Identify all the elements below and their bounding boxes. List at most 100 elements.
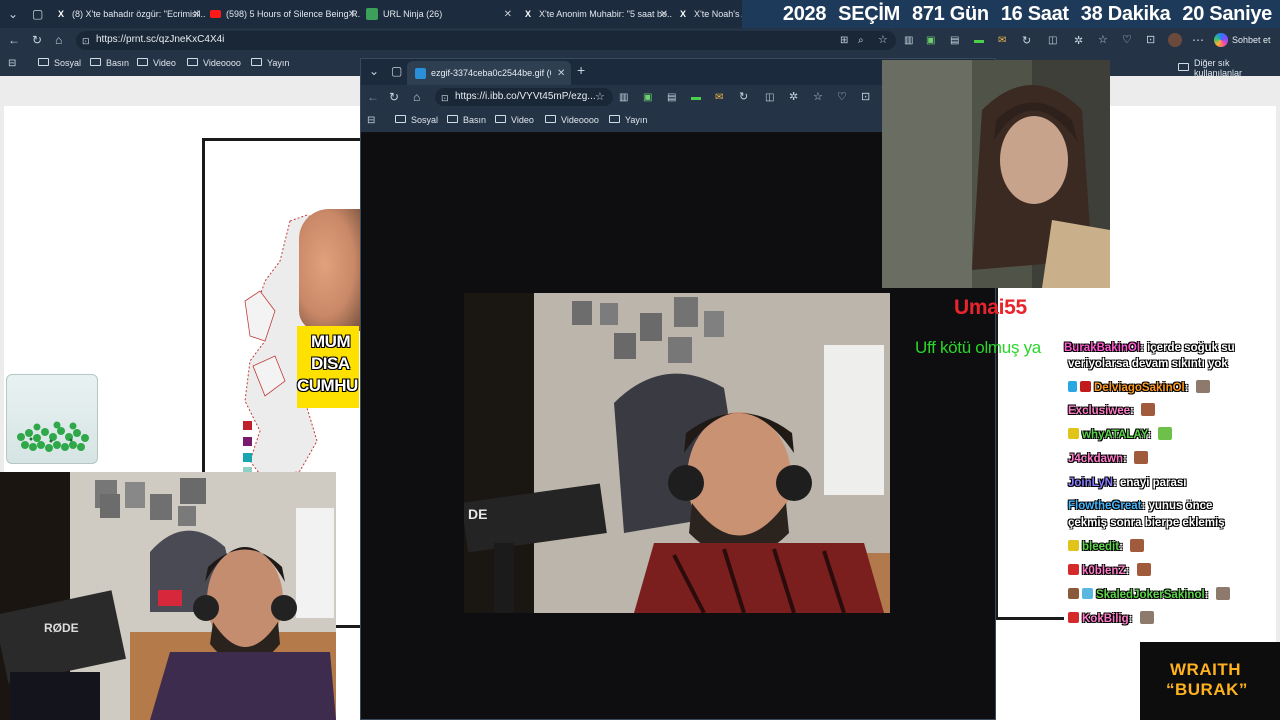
close-icon[interactable]: ✕ — [660, 9, 668, 20]
chat-message: Exclusiwee: — [1068, 403, 1156, 419]
banner-line-2: DISA — [311, 354, 350, 373]
bookmark-label: Yayın — [625, 115, 648, 125]
close-icon[interactable]: ✕ — [557, 68, 565, 79]
tab-4[interactable]: X X'te Anonim Muhabir: "5 saat bo... ✕ — [522, 3, 672, 25]
url-input[interactable]: ⊡ https://prnt.sc/qzJneKxC4X4i ⊞ ⌕ ☆ — [76, 31, 896, 50]
extension-icon[interactable]: ▣ — [643, 92, 652, 104]
countdown-hours: 16 Saat — [1000, 2, 1069, 25]
bookmark-video[interactable]: Video — [495, 115, 534, 125]
chat-message: veriyolarsa devam sıkıntı yok — [1068, 356, 1228, 372]
reading-list-icon[interactable]: ⊟ — [367, 115, 375, 127]
more-icon[interactable]: ⋯ — [1192, 34, 1204, 46]
emote-icon — [1215, 587, 1230, 600]
extension-icon[interactable]: ▥ — [904, 35, 913, 47]
workspaces-icon[interactable]: ▢ — [391, 65, 402, 77]
bookmark-videoooo[interactable]: Videoooo — [545, 115, 599, 125]
home-icon[interactable]: ⌂ — [55, 34, 62, 46]
ibb-icon — [415, 67, 426, 79]
favorites-icon[interactable]: ✲ — [789, 91, 798, 103]
emote-icon — [1195, 380, 1210, 393]
collections-icon[interactable]: ☆ — [1098, 34, 1108, 46]
bookmark-videoooo[interactable]: Videoooo — [187, 58, 241, 68]
map-yellow-banner: MUM DISA CUMHU — [297, 326, 359, 408]
emote-icon — [1139, 611, 1154, 624]
tab-1-label: (8) X'te bahadır özgür: "Ecrimisil... — [72, 9, 205, 19]
mail-icon[interactable]: ✉ — [715, 92, 723, 104]
heart-icon[interactable]: ♡ — [1122, 34, 1132, 46]
bookmark-label: Videoooo — [561, 115, 599, 125]
star-icon[interactable]: ☆ — [595, 91, 605, 103]
close-icon[interactable]: ✕ — [504, 9, 512, 20]
extension-icon[interactable]: ▬ — [691, 92, 701, 104]
wraith-line-2: “BURAK” — [1166, 680, 1248, 699]
bookmark-basin[interactable]: Basın — [90, 58, 129, 68]
workspaces-icon[interactable]: ▢ — [32, 8, 43, 20]
window2-url-input[interactable]: ⊡ https://i.ibb.co/VYVt45mP/ezg... — [435, 88, 613, 106]
sync-icon[interactable]: ↻ — [739, 91, 748, 103]
refresh-icon[interactable]: ↻ — [389, 91, 399, 103]
zoom-icon[interactable]: ⌕ — [858, 35, 864, 47]
chat-message: çekmiş sonra bierpe eklemiş — [1068, 515, 1225, 531]
overlay-clip-video — [882, 60, 1110, 288]
chat-message: whyATALAY: — [1068, 427, 1173, 443]
bookmark-sosyal[interactable]: Sosyal — [38, 58, 81, 68]
screenshot-icon[interactable]: ⊡ — [1146, 34, 1155, 46]
bookmark-label: Video — [153, 58, 176, 68]
other-bookmarks[interactable]: Diğer sık kullanılanlar — [1178, 58, 1280, 78]
sub-badge-icon — [1068, 564, 1079, 575]
extension-icon[interactable]: ▤ — [950, 35, 959, 47]
sync-icon[interactable]: ↻ — [1022, 35, 1031, 47]
extension-icon[interactable]: ▬ — [974, 35, 984, 47]
split-screen-icon[interactable]: ◫ — [765, 92, 774, 104]
webcam-left-scene: RØDE — [0, 472, 336, 720]
back-icon[interactable]: ← — [8, 34, 20, 46]
window2-active-tab[interactable]: ezgif-3374ceba0c2544be.gif (640× ✕ — [407, 61, 571, 85]
refresh-icon[interactable]: ↻ — [32, 34, 42, 46]
tab-1[interactable]: X (8) X'te bahadır özgür: "Ecrimisil... … — [55, 3, 205, 25]
tab-actions-icon[interactable]: ⌄ — [369, 65, 379, 77]
back-icon[interactable]: ← — [367, 91, 379, 103]
extension-icon[interactable]: ▣ — [926, 35, 935, 47]
chat-username: Exclusiwee — [1068, 405, 1131, 417]
chat-message: JoinLyN: enayi parası — [1068, 477, 1187, 489]
bookmark-basin[interactable]: Basın — [447, 115, 486, 125]
extension-icon[interactable]: ▤ — [667, 92, 676, 104]
home-icon[interactable]: ⌂ — [413, 91, 420, 103]
bookmark-label: Sosyal — [54, 58, 82, 68]
heart-icon[interactable]: ♡ — [837, 91, 847, 103]
favorites-icon[interactable]: ✲ — [1074, 35, 1083, 47]
close-icon[interactable]: ✕ — [193, 9, 201, 20]
screenshot-icon[interactable]: ⊡ — [861, 91, 870, 103]
chat-text: çekmiş sonra bierpe eklemiş — [1068, 517, 1225, 529]
gem-jar — [6, 374, 98, 464]
split-screen-icon[interactable]: ◫ — [1048, 35, 1057, 47]
x-icon: X — [679, 9, 686, 19]
gif-video-frame[interactable]: DE — [464, 293, 890, 613]
tab-5[interactable]: X X'te Noah's Ar — [677, 3, 747, 25]
folder-icon — [395, 115, 406, 123]
copilot-chat-button[interactable]: Sohbet et — [1214, 31, 1271, 49]
grid-icon[interactable]: ⊞ — [840, 35, 848, 47]
tab-2[interactable]: (598) 5 Hours of Silence Being R... ✕ — [210, 3, 360, 25]
new-tab-icon[interactable]: + — [577, 63, 585, 77]
tab-3[interactable]: URL Ninja (26) ✕ — [366, 3, 516, 25]
x-icon: X — [524, 9, 531, 19]
collections-icon[interactable]: ☆ — [813, 91, 823, 103]
gem-jar-graphic — [17, 421, 89, 452]
legend-swatch — [243, 437, 252, 446]
mail-icon[interactable]: ✉ — [998, 35, 1006, 47]
tab-3-label: URL Ninja (26) — [383, 9, 443, 19]
folder-icon — [38, 58, 49, 66]
avatar[interactable] — [1168, 33, 1182, 47]
bookmark-video[interactable]: Video — [137, 58, 176, 68]
chat-username: J4ckdawn — [1068, 453, 1123, 465]
close-icon[interactable]: ✕ — [348, 9, 356, 20]
tab-actions-icon[interactable]: ⌄ — [8, 8, 18, 20]
star-icon[interactable]: ☆ — [878, 34, 888, 46]
bookmark-sosyal[interactable]: Sosyal — [395, 115, 438, 125]
bookmark-label: Video — [511, 115, 534, 125]
reading-list-icon[interactable]: ⊟ — [8, 58, 16, 70]
extension-icon[interactable]: ▥ — [619, 92, 628, 104]
bookmark-yayin[interactable]: Yayın — [251, 58, 289, 68]
bookmark-yayin[interactable]: Yayın — [609, 115, 647, 125]
